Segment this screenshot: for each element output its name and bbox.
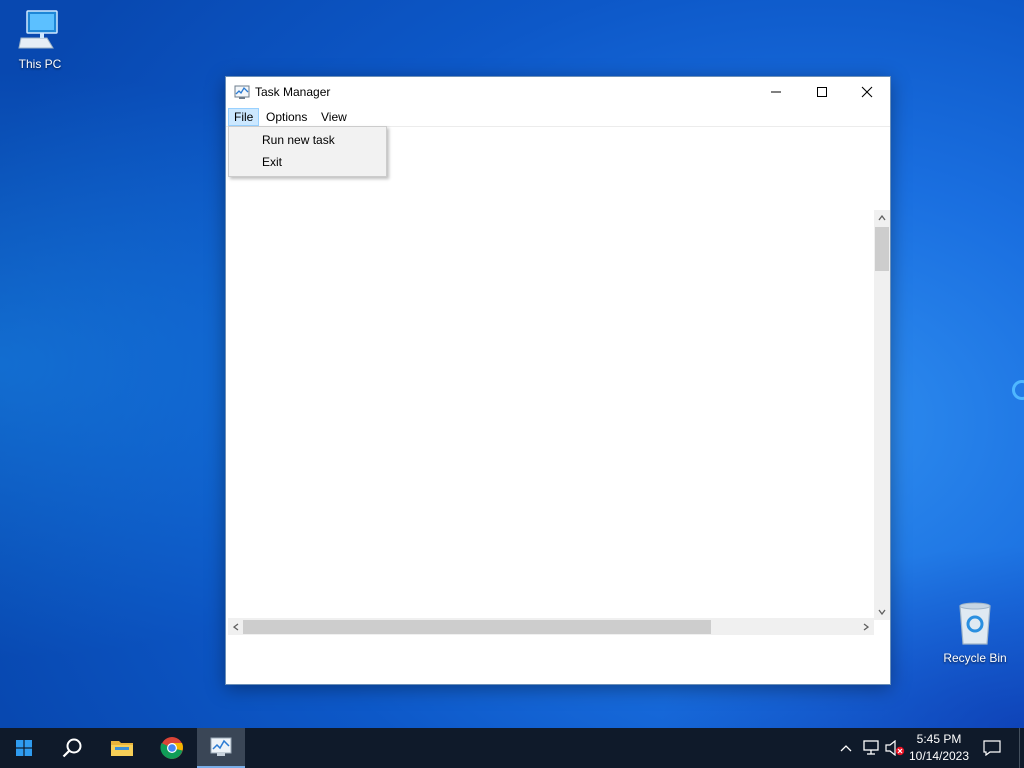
vertical-scroll-thumb[interactable]: [875, 227, 889, 271]
scroll-left-button[interactable]: [228, 619, 244, 635]
start-button[interactable]: [0, 728, 48, 768]
chevron-right-icon: [863, 623, 869, 631]
horizontal-scrollbar[interactable]: [228, 618, 874, 635]
close-button[interactable]: [844, 77, 890, 107]
maximize-button[interactable]: [799, 77, 845, 107]
menu-item-run-new-task[interactable]: Run new task: [230, 129, 385, 151]
menu-file[interactable]: File: [228, 108, 260, 126]
title-bar[interactable]: Task Manager: [226, 77, 890, 107]
file-explorer-button[interactable]: [98, 728, 146, 768]
menu-view[interactable]: View: [315, 108, 353, 126]
horizontal-scroll-thumb[interactable]: [243, 620, 711, 634]
minimize-button[interactable]: [753, 77, 799, 107]
chevron-down-icon: [878, 609, 886, 615]
task-manager-icon: [210, 737, 232, 756]
computer-icon: [2, 8, 78, 55]
task-manager-icon: [234, 84, 250, 103]
menu-item-exit[interactable]: Exit: [230, 151, 385, 173]
task-manager-taskbar-button[interactable]: [197, 728, 245, 768]
chrome-button[interactable]: [148, 728, 196, 768]
desktop-edge-ring: [1012, 380, 1024, 400]
scroll-up-button[interactable]: [874, 210, 890, 226]
notification-icon: [983, 740, 1001, 756]
menu-bar: File Options View: [226, 107, 890, 127]
recycle-bin-icon: [937, 600, 1013, 649]
action-center-button[interactable]: [972, 728, 1012, 768]
taskbar: 5:45 PM 10/14/2023: [0, 728, 1024, 768]
search-button[interactable]: [48, 728, 96, 768]
volume-muted-icon: [885, 740, 905, 756]
scroll-down-button[interactable]: [874, 604, 890, 620]
desktop-icon-label: Recycle Bin: [943, 651, 1007, 665]
minimize-icon: [771, 91, 781, 93]
file-explorer-icon: [111, 741, 133, 756]
vertical-scrollbar[interactable]: [874, 210, 890, 620]
clock-date: 10/14/2023: [908, 749, 970, 763]
chevron-left-icon: [233, 623, 239, 631]
scroll-right-button[interactable]: [858, 619, 874, 635]
file-menu-dropdown: Run new task Exit: [228, 126, 387, 177]
chevron-up-icon: [878, 215, 886, 221]
show-hidden-icons-button[interactable]: [838, 738, 854, 758]
network-icon: [863, 740, 879, 755]
volume-button[interactable]: [885, 738, 905, 758]
chevron-up-icon: [840, 745, 852, 752]
taskbar-clock[interactable]: 5:45 PM 10/14/2023: [906, 731, 972, 765]
desktop-icon-label: This PC: [18, 57, 62, 71]
maximize-icon: [817, 87, 827, 97]
show-desktop-button[interactable]: [1019, 728, 1024, 768]
menu-options[interactable]: Options: [260, 108, 313, 126]
desktop-icon-this-pc[interactable]: This PC: [2, 8, 78, 71]
close-icon: [861, 86, 873, 98]
search-icon: [62, 738, 82, 758]
start-icon: [16, 740, 32, 756]
chrome-icon: [160, 737, 183, 759]
window-title: Task Manager: [255, 85, 331, 99]
network-button[interactable]: [862, 738, 882, 758]
clock-time: 5:45 PM: [916, 732, 962, 746]
desktop-icon-recycle-bin[interactable]: Recycle Bin: [937, 600, 1013, 665]
